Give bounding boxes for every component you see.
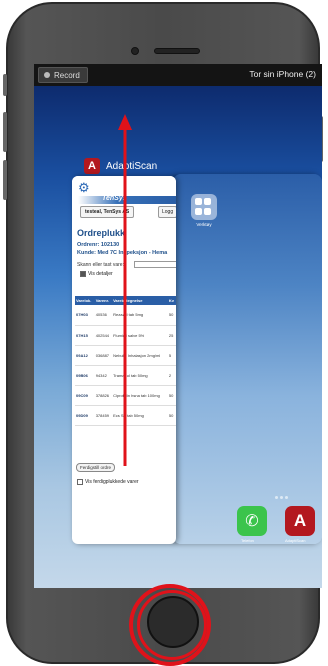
record-icon bbox=[44, 72, 50, 78]
earpiece-speaker bbox=[154, 48, 200, 54]
home-button-highlight-inner-circle bbox=[137, 590, 207, 660]
mirroring-top-bar: Record Tor sin iPhone (2) bbox=[34, 64, 322, 86]
front-camera bbox=[131, 47, 139, 55]
volume-up-button bbox=[3, 112, 7, 152]
swipe-up-arrow-icon bbox=[118, 114, 132, 466]
app-switcher: A AdaptiScan Verktøy ✆ Telefon A AdaptiS… bbox=[34, 86, 322, 588]
mute-switch bbox=[3, 74, 7, 96]
device-name: Tor sin iPhone (2) bbox=[249, 69, 316, 79]
record-label: Record bbox=[54, 70, 80, 80]
record-button[interactable]: Record bbox=[38, 67, 88, 83]
volume-down-button bbox=[3, 160, 7, 200]
phone-screen: Record Tor sin iPhone (2) A AdaptiScan V… bbox=[34, 64, 322, 588]
